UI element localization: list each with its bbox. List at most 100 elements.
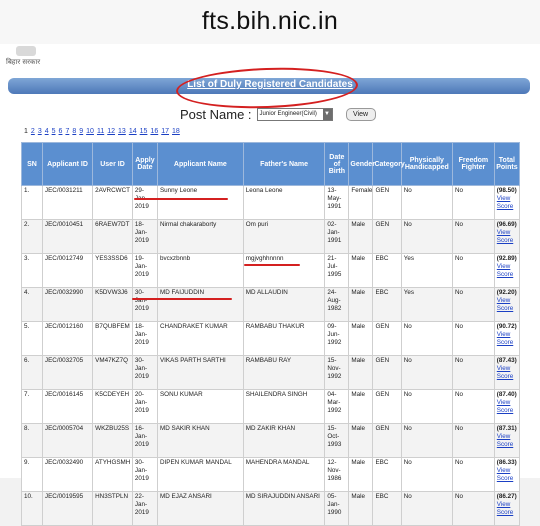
cell-category: EBC <box>372 491 402 526</box>
cell-gender: Male <box>348 491 374 526</box>
browser-address-bar[interactable]: fts.bih.nic.in <box>0 0 540 45</box>
page-link-2[interactable]: 2 <box>31 128 35 135</box>
view-button[interactable]: View <box>345 107 376 121</box>
page-link-15[interactable]: 15 <box>140 128 148 135</box>
page-link-12[interactable]: 12 <box>107 128 115 135</box>
table-row: 7. JEC/0016145 K5CDEYEH 20-Jan-2019 SONU KUM… <box>21 389 521 424</box>
page-link-3[interactable]: 3 <box>38 128 42 135</box>
cell-ph: No <box>400 423 453 458</box>
cell-category: EBC <box>372 253 402 288</box>
cell-ff: No <box>451 355 495 390</box>
emblem-icon <box>16 46 36 56</box>
cell-total-points: (92.20) View Score <box>493 287 521 322</box>
cell-gender: Female <box>348 185 374 220</box>
view-score-link[interactable]: View Score <box>497 229 517 245</box>
view-score-link[interactable]: View Score <box>497 297 517 313</box>
column-header: Category <box>372 142 405 186</box>
cell-dob: 12-Nov-1986 <box>324 457 350 492</box>
page-link-18[interactable]: 18 <box>172 128 180 135</box>
cell-name: MD SAKIR KHAN <box>156 423 244 458</box>
page-link-14[interactable]: 14 <box>129 128 137 135</box>
cell-father: MD ALLAUDIN <box>242 287 326 322</box>
government-logo: बिहार सरकार <box>6 46 46 70</box>
cell-total-points: (92.89) View Score <box>493 253 521 288</box>
cell-apply-date: 19-Jan-2019 <box>131 253 158 288</box>
cell-category: EBC <box>372 457 402 492</box>
page-link-11[interactable]: 11 <box>97 128 104 135</box>
view-score-link[interactable]: View Score <box>497 399 517 415</box>
column-header: Applicant Name <box>156 142 244 186</box>
page-link-8[interactable]: 8 <box>72 128 76 135</box>
page-link-10[interactable]: 10 <box>86 128 94 135</box>
post-name-value: Junior Engineer(Civil) <box>259 110 317 117</box>
table-row: 2. JEC/0010451 6RAEW7DT 18-Jan-2019 Nirmal c… <box>21 219 521 254</box>
cell-sn: 1. <box>21 185 43 220</box>
cell-gender: Male <box>348 321 374 356</box>
cell-ph: No <box>400 457 453 492</box>
post-filter: Post Name : Junior Engineer(Civil) ▼ Vie… <box>180 106 376 122</box>
candidates-table: SN Applicant ID User ID Apply Date Applicant… <box>21 142 521 526</box>
cell-father: SHAILENDRA SINGH <box>242 389 326 424</box>
column-header: SN <box>21 142 43 186</box>
column-header: Freedom Fighter <box>451 142 495 186</box>
view-score-link[interactable]: View Score <box>497 195 517 211</box>
url-text[interactable]: fts.bih.nic.in <box>0 7 540 36</box>
cell-ph: No <box>400 185 453 220</box>
view-score-link[interactable]: View Score <box>497 467 517 483</box>
view-score-link[interactable]: View Score <box>497 501 517 517</box>
cell-ff: No <box>451 321 495 356</box>
cell-applicant-id: JEC/0005704 <box>41 423 94 458</box>
cell-gender: Male <box>348 457 374 492</box>
cell-category: GEN <box>372 423 402 458</box>
logo-text: बिहार सरकार <box>6 58 41 66</box>
total-points-value: (86.33) <box>496 459 517 466</box>
red-underline-annotation <box>244 264 300 266</box>
page-link-6[interactable]: 6 <box>59 128 63 135</box>
table-row: 10. JEC/0019595 HN3STPLN 22-Jan-2019 MD EJAZ… <box>21 491 521 526</box>
page-link-4[interactable]: 4 <box>45 128 49 135</box>
cell-category: EBC <box>372 287 402 322</box>
chevron-down-icon: ▼ <box>322 108 332 120</box>
column-header: Father's Name <box>242 142 326 186</box>
page-link-1[interactable]: 1 <box>24 128 28 135</box>
cell-dob: 04-Mar-1992 <box>324 389 350 424</box>
cell-ff: No <box>451 491 495 526</box>
total-points-value: (96.69) <box>496 221 517 228</box>
red-circle-annotation <box>175 64 359 112</box>
cell-applicant-id: JEC/0032490 <box>41 457 94 492</box>
pagination: 1 2 3 4 5 6 7 8 9 10 11 12 13 14 15 16 17 18 <box>24 128 183 135</box>
cell-applicant-id: JEC/0010451 <box>41 219 94 254</box>
red-underline-annotation <box>132 298 232 300</box>
column-header: Date of Birth <box>324 142 350 186</box>
cell-ff: No <box>451 423 495 458</box>
cell-apply-date: 29-Jan-2019 <box>131 185 158 220</box>
page-link-13[interactable]: 13 <box>118 128 126 135</box>
cell-ph: No <box>400 219 453 254</box>
cell-ff: No <box>451 389 495 424</box>
cell-total-points: (87.40) View Score <box>493 389 521 424</box>
cell-gender: Male <box>348 219 374 254</box>
cell-user-id: ATYHGSMH <box>92 457 133 492</box>
cell-sn: 10. <box>21 491 43 526</box>
page-link-17[interactable]: 17 <box>161 128 169 135</box>
view-score-link[interactable]: View Score <box>497 365 517 381</box>
page-link-9[interactable]: 9 <box>79 128 83 135</box>
cell-user-id: B7QUBFEM <box>92 321 133 356</box>
view-score-link[interactable]: View Score <box>497 433 517 449</box>
cell-total-points: (98.50) View Score <box>493 185 521 220</box>
post-name-select[interactable]: Junior Engineer(Civil) ▼ <box>256 107 333 121</box>
cell-applicant-id: JEC/0012749 <box>41 253 94 288</box>
cell-apply-date: 30-Jan-2019 <box>131 355 158 390</box>
cell-applicant-id: JEC/0032990 <box>41 287 94 322</box>
cell-ff: No <box>451 457 495 492</box>
page-link-7[interactable]: 7 <box>65 128 69 135</box>
view-score-link[interactable]: View Score <box>497 331 517 347</box>
page-link-5[interactable]: 5 <box>52 128 56 135</box>
red-underline-annotation <box>134 198 228 200</box>
page-link-16[interactable]: 16 <box>150 128 158 135</box>
cell-apply-date: 22-Jan-2019 <box>131 491 158 526</box>
cell-gender: Male <box>348 253 374 288</box>
cell-ff: No <box>451 219 495 254</box>
cell-gender: Male <box>348 389 374 424</box>
view-score-link[interactable]: View Score <box>497 263 517 279</box>
